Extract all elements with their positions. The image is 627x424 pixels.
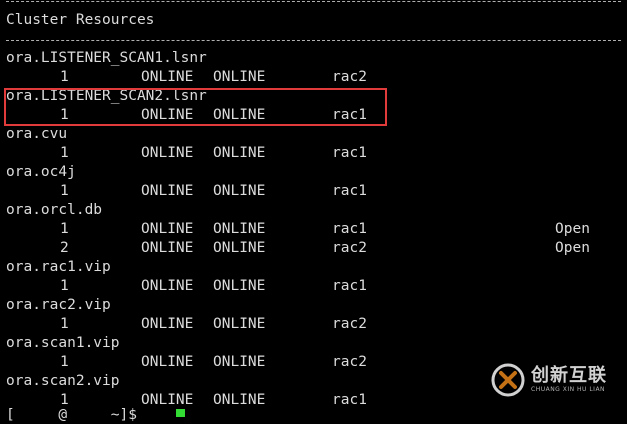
instance-number: 1 [60,69,69,85]
target-status: ONLINE [141,145,194,161]
state-status: ONLINE [213,240,266,256]
highlight-box [4,88,387,126]
resource-name: ora.scan2.vip [6,373,120,389]
server-name: rac2 [332,240,367,256]
target-status: ONLINE [141,69,194,85]
instance-number: 1 [60,278,69,294]
server-name: rac2 [332,69,367,85]
server-name: rac1 [332,278,367,294]
server-name: rac2 [332,316,367,332]
target-status: ONLINE [141,221,194,237]
instance-number: 1 [60,316,69,332]
watermark-logo: 创新互联 CHUANG XIN HU LIAN [491,358,619,402]
watermark-name-en: CHUANG XIN HU LIAN [531,386,606,393]
target-status: ONLINE [141,183,194,199]
state-details: Open [555,240,590,256]
instance-number: 1 [60,145,69,161]
state-details: Open [555,221,590,237]
state-status: ONLINE [213,354,266,370]
server-name: rac1 [332,183,367,199]
target-status: ONLINE [141,392,194,408]
state-status: ONLINE [213,278,266,294]
watermark-name-cn: 创新互联 [531,365,607,386]
state-status: ONLINE [213,392,266,408]
server-name: rac1 [332,392,367,408]
state-status: ONLINE [213,221,266,237]
server-name: rac2 [332,354,367,370]
target-status: ONLINE [141,354,194,370]
resource-name: ora.rac1.vip [6,259,111,275]
shell-prompt: [ @ ~]$ [6,407,137,423]
resource-name: ora.rac2.vip [6,297,111,313]
separator-bottom [6,40,621,41]
state-status: ONLINE [213,183,266,199]
resource-name: ora.orcl.db [6,202,103,218]
section-title: Cluster Resources [6,12,155,28]
instance-number: 2 [60,240,69,256]
server-name: rac1 [332,221,367,237]
state-status: ONLINE [213,69,266,85]
resource-name: ora.cvu [6,126,68,142]
target-status: ONLINE [141,278,194,294]
watermark-x-icon [491,363,525,397]
server-name: rac1 [332,145,367,161]
separator-top [6,1,621,2]
instance-number: 1 [60,354,69,370]
resource-name: ora.LISTENER_SCAN1.lsnr [6,50,207,66]
resource-name: ora.scan1.vip [6,335,120,351]
resource-name: ora.oc4j [6,164,76,180]
instance-number: 1 [60,183,69,199]
state-status: ONLINE [213,145,266,161]
target-status: ONLINE [141,316,194,332]
state-status: ONLINE [213,316,266,332]
instance-number: 1 [60,221,69,237]
target-status: ONLINE [141,240,194,256]
